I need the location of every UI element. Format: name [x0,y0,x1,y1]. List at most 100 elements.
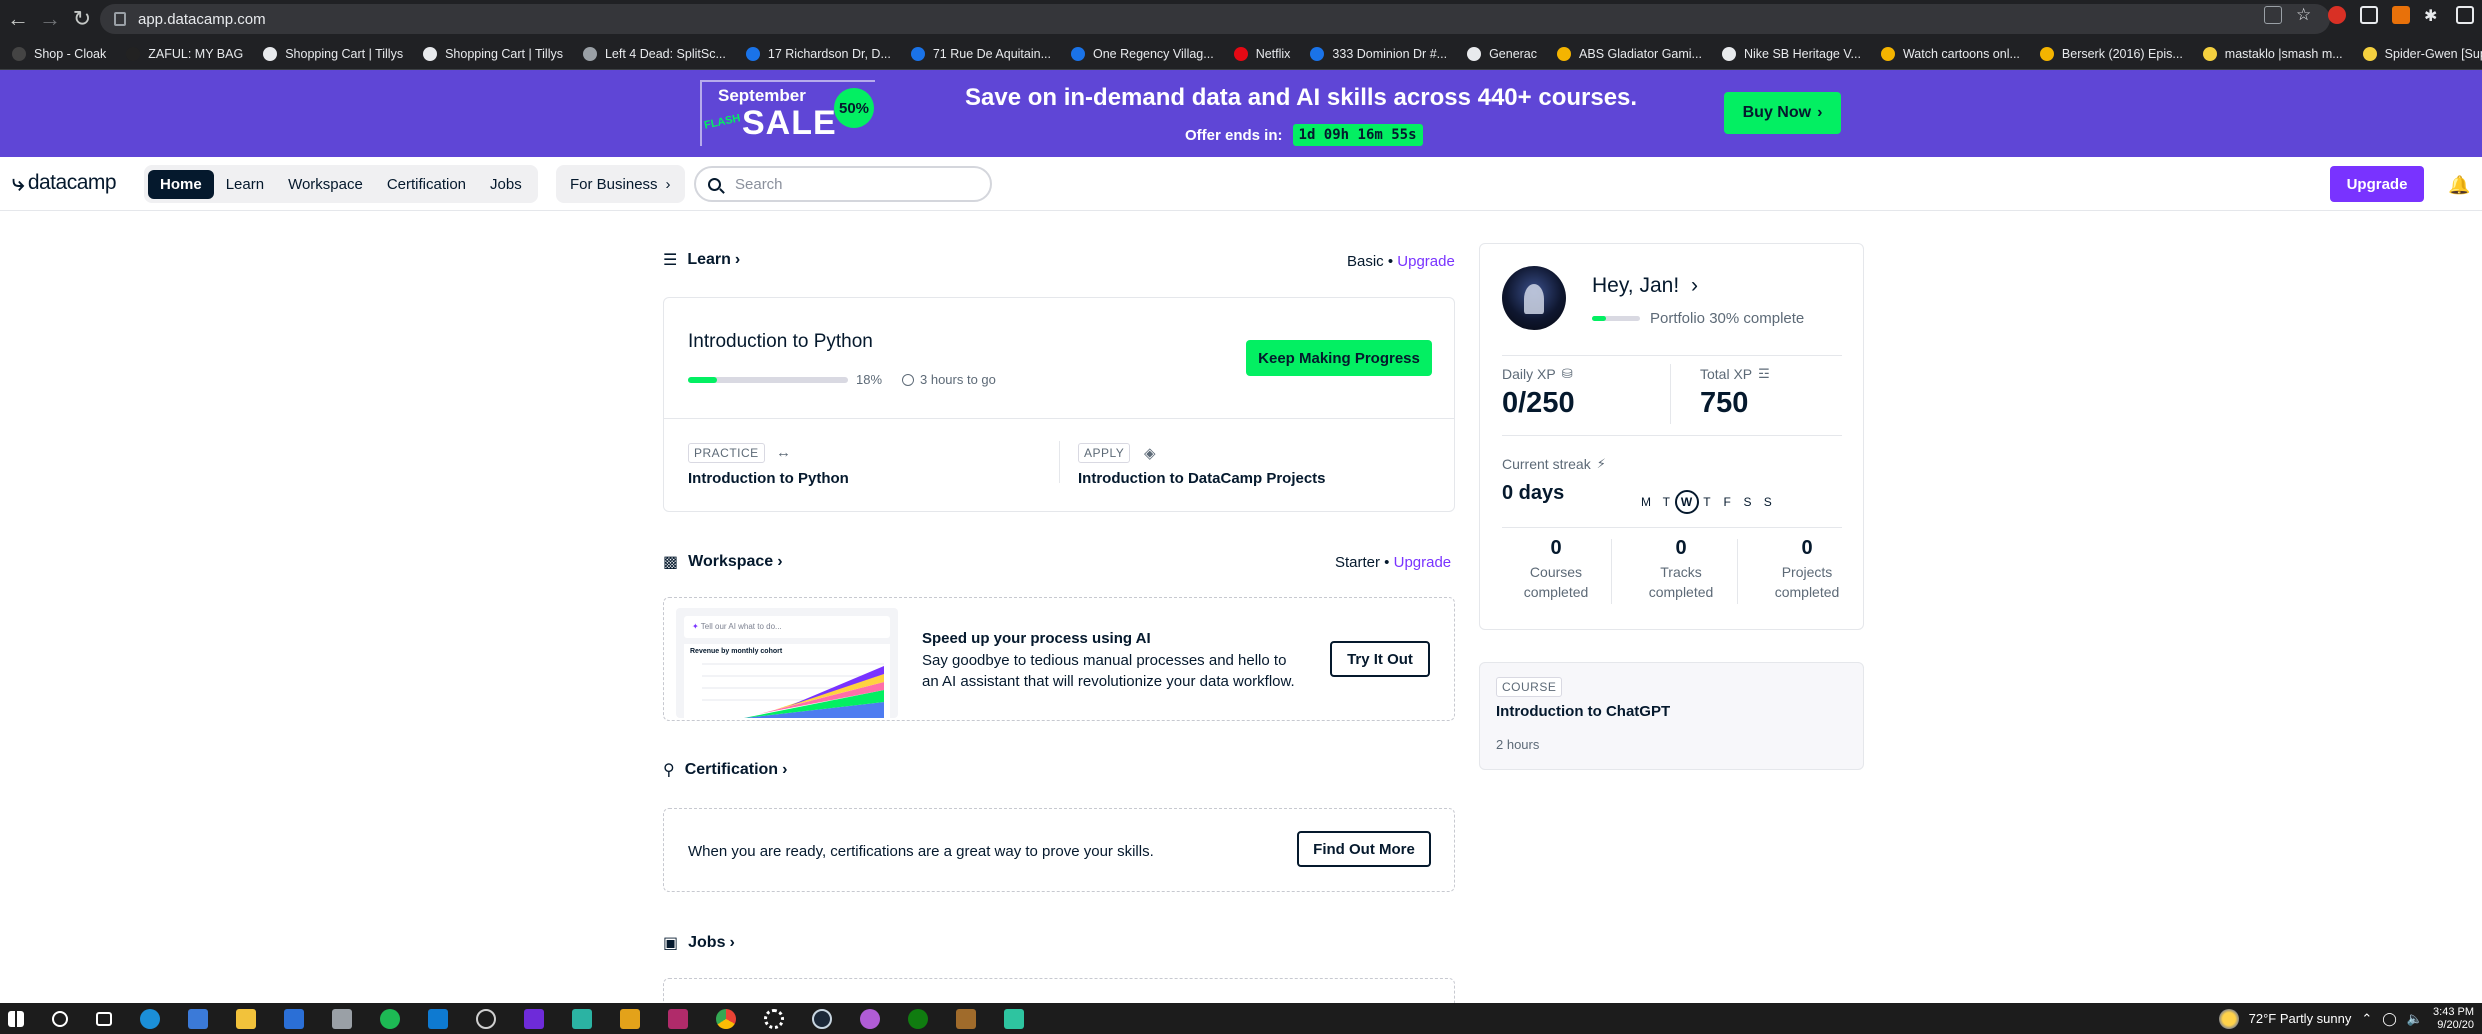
logo-text: datacamp [27,171,117,194]
bookmark-item[interactable]: Watch cartoons onl... [1880,46,2020,61]
bookmark-item[interactable]: mastaklo |smash m... [2202,46,2343,61]
avatar[interactable] [1502,266,1566,330]
chevron-right-icon: › [777,553,783,570]
forward-icon[interactable]: → [34,3,66,35]
app-icon[interactable] [668,1008,688,1029]
chevron-up-icon[interactable]: ⌃ [2361,1011,2372,1027]
xbox-icon[interactable] [908,1008,928,1029]
streak-label: Current streak ⚡ [1502,456,1606,472]
bookmark-item[interactable]: 333 Dominion Dr #... [1310,46,1447,61]
chrome-icon[interactable] [716,1008,736,1029]
extension-red-icon[interactable] [2328,6,2346,24]
steam-icon[interactable] [812,1008,832,1029]
notification-bell-icon[interactable]: 🔔 [2448,175,2470,196]
edge-icon[interactable] [140,1008,160,1029]
nav-jobs[interactable]: Jobs [478,170,534,199]
nav-certification[interactable]: Certification [375,170,478,199]
workspace-section-title[interactable]: ▩ Workspace › [663,552,783,572]
app-icon[interactable] [572,1008,592,1029]
bookmark-item[interactable]: 17 Richardson Dr, D... [745,46,891,61]
course-time-text: 3 hours to go [920,372,996,387]
search-icon[interactable] [52,1010,68,1027]
recommended-course-card[interactable]: COURSE Introduction to ChatGPT 2 hours [1479,662,1864,770]
bookmark-item[interactable]: Left 4 Dead: SplitSc... [582,46,726,61]
site-header: ⤷ datacamp Home Learn Workspace Certific… [0,157,2482,211]
profile-greeting[interactable]: Hey, Jan! › [1592,274,1698,298]
extensions-puzzle-icon[interactable]: ✱ [2424,6,2442,25]
bookmark-item[interactable]: Netflix [1233,46,1290,61]
vscode-icon[interactable] [428,1008,448,1029]
promo-offer: Offer ends in: 1d 09h 16m 55s [1185,124,1423,146]
bookmark-item[interactable]: Shopping Cart | Tillys [423,46,563,61]
settings-gear-icon[interactable] [764,1008,784,1029]
bookmark-favicon-icon [1310,46,1325,61]
course-title[interactable]: Introduction to Python [688,331,873,353]
portfolio-progress-bar [1592,316,1640,321]
search-field[interactable] [694,166,992,202]
total-xp-label-text: Total XP [1700,366,1753,382]
jobs-section-title[interactable]: ▣ Jobs › [663,933,735,953]
app-icon[interactable] [476,1008,496,1029]
datacamp-logo[interactable]: ⤷ datacamp [12,170,117,196]
app-icon[interactable] [620,1008,640,1029]
nzxt-icon[interactable] [524,1008,544,1029]
clock[interactable]: 3:43 PM 9/20/20 [2433,1006,2474,1032]
for-business-button[interactable]: For Business › [556,165,685,203]
bookmark-label: 17 Richardson Dr, D... [767,46,891,61]
nav-home[interactable]: Home [148,169,214,199]
extension-window-icon[interactable] [2360,6,2378,24]
briefcase-icon: ▣ [663,935,679,952]
bookmark-star-icon[interactable]: ☆ [2296,6,2314,24]
back-icon[interactable]: ← [2,3,34,35]
app-icon[interactable] [956,1008,976,1029]
nav-learn[interactable]: Learn [214,170,276,199]
bookmark-item[interactable]: Spider-Gwen [Supe... [2362,46,2482,61]
search-input[interactable] [735,175,975,193]
course-progress-fill [688,377,717,383]
bookmark-item[interactable]: 71 Rue De Aquitain... [910,46,1051,61]
practice-link[interactable]: Introduction to Python [688,470,849,487]
keep-making-progress-button[interactable]: Keep Making Progress [1246,340,1432,376]
bookmark-item[interactable]: ZAFUL: MY BAG [126,46,243,61]
course-time-left: 3 hours to go [902,372,996,387]
wifi-icon[interactable]: ◯ [2382,1011,2397,1027]
task-view-icon[interactable] [96,1011,112,1026]
extension-orange-icon[interactable] [2392,6,2410,24]
workspace-upgrade-link[interactable]: Upgrade [1394,554,1452,571]
windows-start-icon[interactable] [8,1010,24,1027]
bookmark-item[interactable]: Generac [1467,46,1537,61]
app-icon[interactable] [860,1008,880,1029]
learn-section-title[interactable]: ☰ Learn › [663,250,740,270]
bookmark-item[interactable]: ABS Gladiator Gami... [1557,46,1702,61]
media-player-icon[interactable] [284,1008,304,1029]
file-explorer-icon[interactable] [236,1008,256,1029]
database-icon: ☲ [1758,366,1770,381]
bookmark-item[interactable]: One Regency Villag... [1071,46,1214,61]
nav-workspace[interactable]: Workspace [276,170,375,199]
find-out-more-button[interactable]: Find Out More [1297,831,1431,867]
try-it-out-button[interactable]: Try It Out [1330,641,1430,677]
bookmark-item[interactable]: Nike SB Heritage V... [1721,46,1861,61]
volume-icon[interactable]: 🔈 [2407,1011,2423,1027]
certification-section-title[interactable]: ⚲ Certification › [663,760,787,780]
weather-text[interactable]: 72°F Partly sunny [2249,1011,2352,1026]
bookmark-item[interactable]: Shop - Cloak [12,46,106,61]
reload-icon[interactable]: ↻ [66,3,98,35]
learn-upgrade-link[interactable]: Upgrade [1397,253,1455,270]
share-icon[interactable] [2264,6,2282,24]
url-field[interactable]: app.datacamp.com [100,4,2330,34]
app-icon[interactable] [1004,1008,1024,1029]
learn-title: Learn [687,251,731,268]
buy-now-button[interactable]: Buy Now › [1724,92,1841,134]
sidepanel-icon[interactable] [2456,6,2474,24]
divider [1611,539,1612,604]
bookmark-item[interactable]: Berserk (2016) Epis... [2039,46,2183,61]
practice-tag: PRACTICE [688,443,765,463]
upgrade-button[interactable]: Upgrade [2330,166,2424,202]
apply-link[interactable]: Introduction to DataCamp Projects [1078,470,1326,487]
app-icon[interactable] [332,1008,352,1029]
store-icon[interactable] [188,1008,208,1029]
bookmark-favicon-icon [12,46,26,61]
bookmark-item[interactable]: Shopping Cart | Tillys [263,46,403,61]
spotify-icon[interactable] [380,1008,400,1029]
